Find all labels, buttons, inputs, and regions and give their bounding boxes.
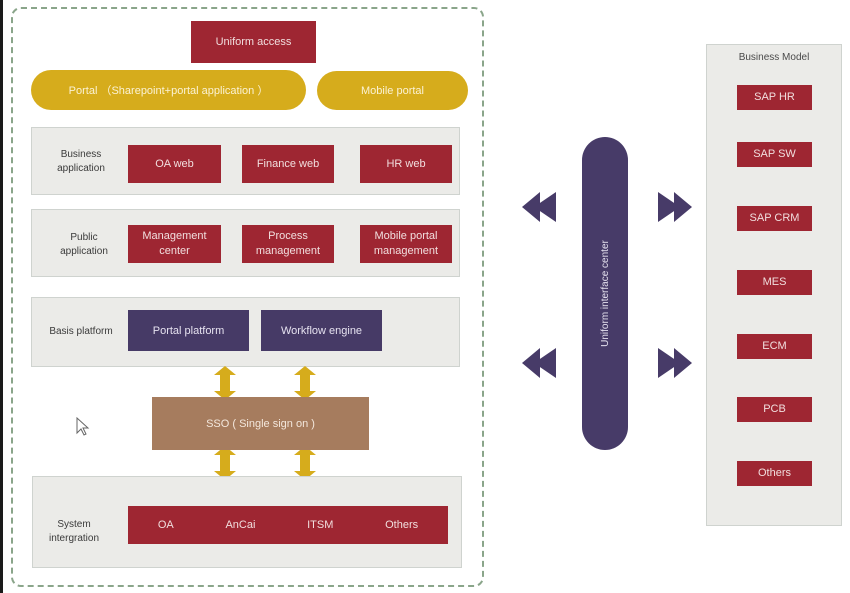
process-management-label: Process management bbox=[255, 230, 321, 257]
workflow-engine-label: Workflow engine bbox=[280, 324, 363, 337]
uniform-interface-center-label-wrap: Uniform interface center bbox=[582, 137, 628, 450]
workflow-engine-box: Workflow engine bbox=[261, 310, 382, 351]
mobile-portal-management-box: Mobile portal management bbox=[360, 225, 452, 263]
business-model-item-label: SAP HR bbox=[754, 91, 795, 103]
business-model-item: SAP CRM bbox=[737, 206, 812, 231]
business-model-item: SAP SW bbox=[737, 142, 812, 167]
uniform-interface-center-label: Uniform interface center bbox=[599, 240, 611, 347]
business-model-item-label: MES bbox=[762, 276, 787, 288]
integration-ancai: AnCai bbox=[225, 518, 256, 531]
business-model-item-label: ECM bbox=[762, 340, 787, 352]
sso-box: SSO ( Single sign on ) bbox=[152, 397, 369, 450]
public-application-label: Public application bbox=[60, 232, 108, 257]
business-model-item: PCB bbox=[737, 397, 812, 422]
finance-web-box: Finance web bbox=[242, 145, 334, 183]
integration-others: Others bbox=[385, 518, 419, 531]
process-management-box: Process management bbox=[242, 225, 334, 263]
portal-pill: Portal （Sharepoint+portal application ） bbox=[31, 70, 306, 110]
portal-platform-box: Portal platform bbox=[128, 310, 249, 351]
basis-platform-label: Basis platform bbox=[49, 326, 113, 337]
oa-web-box: OA web bbox=[128, 145, 221, 183]
double-arrow-icon bbox=[294, 366, 316, 400]
double-arrow-icon bbox=[214, 366, 236, 400]
mobile-portal-pill: Mobile portal bbox=[317, 71, 468, 110]
portal-platform-label: Portal platform bbox=[152, 324, 225, 337]
mobile-portal-label: Mobile portal bbox=[361, 84, 424, 97]
oa-web-label: OA web bbox=[155, 157, 194, 170]
business-application-label: Business application bbox=[57, 149, 105, 174]
business-model-item: Others bbox=[737, 461, 812, 486]
finance-web-label: Finance web bbox=[256, 157, 320, 170]
double-arrow-icon bbox=[294, 446, 316, 480]
management-center-box: Management center bbox=[128, 225, 221, 263]
mobile-portal-management-label: Mobile portal management bbox=[373, 230, 439, 257]
business-model-item-label: PCB bbox=[763, 403, 786, 415]
sso-label: SSO ( Single sign on ) bbox=[206, 417, 315, 430]
business-model-item: MES bbox=[737, 270, 812, 295]
double-chevron-left-icon bbox=[522, 192, 556, 222]
system-integration-label: System intergration bbox=[48, 519, 100, 544]
hr-web-label: HR web bbox=[386, 157, 426, 170]
double-chevron-right-icon bbox=[658, 348, 692, 378]
integration-oa: OA bbox=[157, 518, 174, 531]
double-arrow-icon bbox=[214, 446, 236, 480]
business-model-item-label: SAP CRM bbox=[749, 212, 800, 224]
hr-web-box: HR web bbox=[360, 145, 452, 183]
business-model-item-label: SAP SW bbox=[753, 148, 796, 160]
system-integration-bar: OA AnCai ITSM Others bbox=[128, 506, 448, 544]
management-center-label: Management center bbox=[142, 230, 207, 257]
uniform-access-box: Uniform access bbox=[191, 21, 316, 63]
double-chevron-right-icon bbox=[658, 192, 692, 222]
business-model-item-label: Others bbox=[757, 467, 791, 479]
business-model-title: Business Model bbox=[738, 52, 810, 63]
mouse-cursor-icon bbox=[76, 417, 90, 436]
integration-itsm: ITSM bbox=[307, 518, 334, 531]
business-model-item: SAP HR bbox=[737, 85, 812, 110]
business-model-item: ECM bbox=[737, 334, 812, 359]
portal-label: Portal （Sharepoint+portal application ） bbox=[68, 85, 269, 97]
screen-edge bbox=[0, 0, 3, 593]
double-chevron-left-icon bbox=[522, 348, 556, 378]
uniform-access-label: Uniform access bbox=[215, 35, 292, 48]
